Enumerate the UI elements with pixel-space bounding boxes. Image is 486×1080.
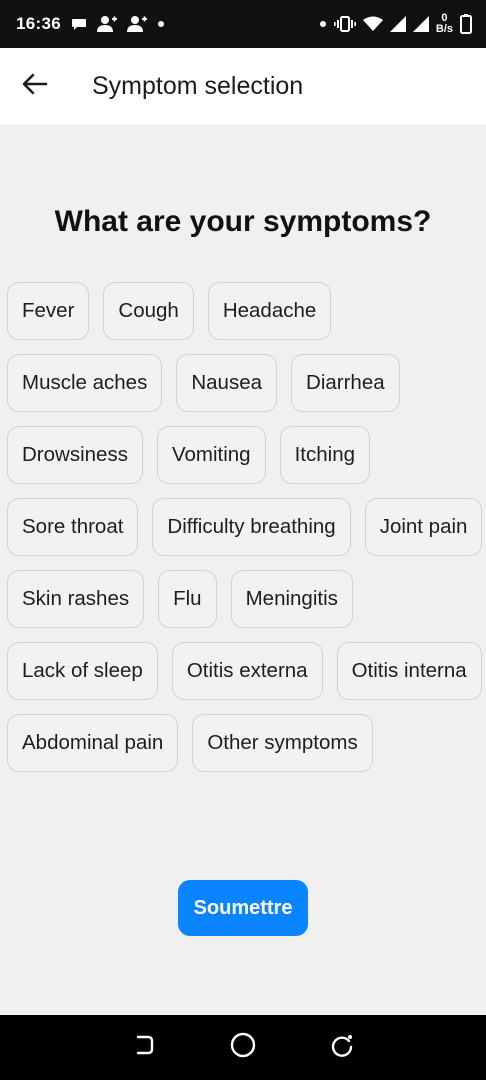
page-title: Symptom selection [92, 71, 304, 100]
symptom-chip-fever[interactable]: Fever [7, 282, 90, 340]
symptom-chip-flu[interactable]: Flu [158, 570, 217, 628]
symptom-chip-drowsiness[interactable]: Drowsiness [7, 426, 143, 484]
back-nav-icon [132, 1033, 156, 1062]
vibrate-icon [333, 15, 356, 33]
dot-icon [157, 20, 165, 28]
status-right: 0 B/s [319, 13, 472, 35]
symptoms-heading: What are your symptoms? [54, 205, 432, 238]
system-nav-bar [0, 1015, 486, 1080]
recents-nav-button[interactable] [322, 1028, 362, 1068]
arrow-left-icon [22, 73, 48, 100]
symptom-chip-vomiting[interactable]: Vomiting [156, 426, 266, 484]
back-button[interactable] [0, 48, 70, 124]
app-bar: Symptom selection [0, 48, 486, 124]
symptom-chip-difficulty-breathing[interactable]: Difficulty breathing [152, 498, 351, 556]
submit-button[interactable]: Soumettre [178, 880, 308, 936]
symptom-chip-itching[interactable]: Itching [279, 426, 370, 484]
home-nav-icon [229, 1031, 257, 1064]
status-bar: 16:36 0 B/s [0, 0, 486, 48]
symptom-chip-other-symptoms[interactable]: Other symptoms [192, 714, 373, 772]
symptom-chip-joint-pain[interactable]: Joint pain [364, 498, 483, 556]
signal-icon [389, 16, 406, 32]
person-add-icon [126, 15, 147, 33]
network-speed-unit: B/s [435, 23, 453, 35]
symptom-chip-sore-throat[interactable]: Sore throat [7, 498, 139, 556]
home-nav-button[interactable] [223, 1028, 263, 1068]
symptom-chip-otitis-interna[interactable]: Otitis interna [336, 642, 482, 700]
symptom-chip-meningitis[interactable]: Meningitis [230, 570, 353, 628]
symptom-chip-lack-of-sleep[interactable]: Lack of sleep [7, 642, 158, 700]
symptom-chip-diarrhea[interactable]: Diarrhea [291, 354, 400, 412]
symptom-chip-cough[interactable]: Cough [103, 282, 194, 340]
network-speed: 0 B/s [436, 13, 453, 35]
symptom-chip-headache[interactable]: Headache [207, 282, 332, 340]
person-add-icon [96, 15, 117, 33]
status-left: 16:36 [16, 14, 165, 34]
dot-icon [319, 20, 327, 28]
symptom-chip-list: Fever Cough Headache Muscle aches Nausea… [7, 282, 483, 772]
symptom-chip-abdominal-pain[interactable]: Abdominal pain [7, 714, 179, 772]
symptom-chip-muscle-aches[interactable]: Muscle aches [7, 354, 163, 412]
symptom-chip-skin-rashes[interactable]: Skin rashes [7, 570, 145, 628]
symptom-chip-nausea[interactable]: Nausea [176, 354, 278, 412]
symptom-chip-otitis-externa[interactable]: Otitis externa [171, 642, 323, 700]
back-nav-button[interactable] [124, 1028, 164, 1068]
recents-nav-icon [329, 1032, 355, 1063]
wifi-icon [362, 16, 383, 32]
battery-icon [460, 14, 472, 34]
status-time: 16:36 [16, 14, 61, 33]
chat-bubble-icon [71, 16, 87, 32]
signal-icon [412, 16, 429, 32]
